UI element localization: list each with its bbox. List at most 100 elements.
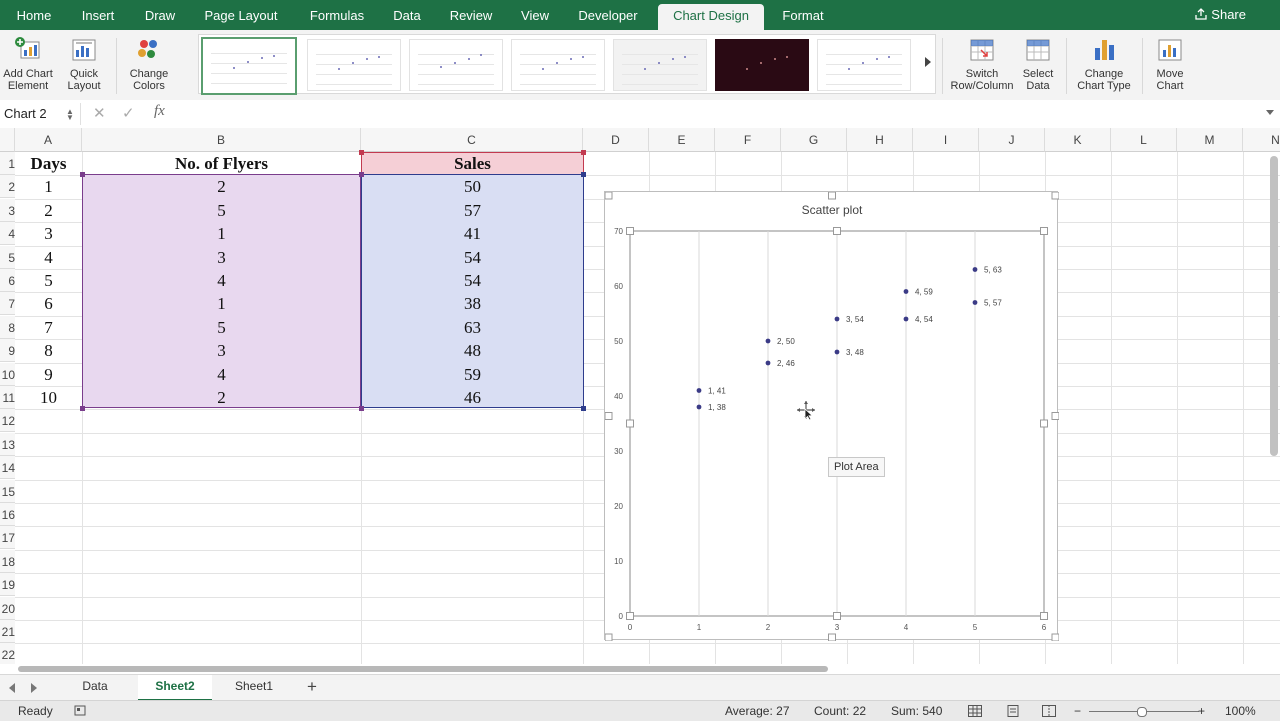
tab-insert[interactable]: Insert <box>74 0 122 30</box>
chart-style-2-thumb[interactable] <box>307 39 401 91</box>
tab-format[interactable]: Format <box>774 0 832 30</box>
row-header-21[interactable]: 21 <box>0 620 15 643</box>
range-resize-handle[interactable] <box>359 172 364 177</box>
tab-chart-design[interactable]: Chart Design <box>658 4 764 30</box>
cell-sales[interactable]: 50 <box>361 175 584 198</box>
chart-style-4-thumb[interactable] <box>511 39 605 91</box>
cell-days[interactable]: 6 <box>15 292 82 315</box>
cell-sales[interactable]: 41 <box>361 222 584 245</box>
header-sales[interactable]: Sales <box>361 152 584 175</box>
row-header-2[interactable]: 2 <box>0 175 15 199</box>
tab-review[interactable]: Review <box>444 0 498 30</box>
cell-days[interactable]: 3 <box>15 222 82 245</box>
cell-days[interactable]: 2 <box>15 199 82 222</box>
change-chart-type-button[interactable]: Change Chart Type <box>1070 34 1138 92</box>
zoom-slider-thumb[interactable] <box>1137 707 1147 717</box>
tab-home[interactable]: Home <box>14 0 54 30</box>
column-header-a[interactable]: A <box>15 128 82 152</box>
row-header-19[interactable]: 19 <box>0 573 15 597</box>
column-header-h[interactable]: H <box>847 128 913 152</box>
row-header-6[interactable]: 6 <box>0 269 15 292</box>
cell-sales[interactable]: 48 <box>361 339 584 362</box>
zoom-in-button[interactable]: + <box>1198 704 1205 718</box>
column-header-b[interactable]: B <box>82 128 361 152</box>
cell-days[interactable]: 8 <box>15 339 82 362</box>
column-header-g[interactable]: G <box>781 128 847 152</box>
row-header-7[interactable]: 7 <box>0 292 15 316</box>
cell-sales[interactable]: 59 <box>361 363 584 386</box>
column-header-m[interactable]: M <box>1177 128 1243 152</box>
cell-flyers[interactable]: 1 <box>82 222 361 245</box>
chart-style-7-thumb[interactable] <box>817 39 911 91</box>
row-header-17[interactable]: 17 <box>0 526 15 550</box>
tab-draw[interactable]: Draw <box>140 0 180 30</box>
cell-days[interactable]: 9 <box>15 363 82 386</box>
enter-icon[interactable]: ✓ <box>122 104 135 122</box>
row-header-4[interactable]: 4 <box>0 222 15 246</box>
row-header-16[interactable]: 16 <box>0 503 15 526</box>
header-flyers[interactable]: No. of Flyers <box>82 152 361 175</box>
zoom-out-button[interactable]: − <box>1074 704 1081 718</box>
range-resize-handle[interactable] <box>581 406 586 411</box>
row-header-11[interactable]: 11 <box>0 386 15 409</box>
range-resize-handle[interactable] <box>581 150 586 155</box>
chart-style-5-thumb[interactable] <box>613 39 707 91</box>
cell-flyers[interactable]: 5 <box>82 199 361 222</box>
cell-flyers[interactable]: 4 <box>82 269 361 292</box>
range-resize-handle[interactable] <box>80 172 85 177</box>
range-resize-handle[interactable] <box>359 150 364 155</box>
sheet-tab-sheet2[interactable]: Sheet2 <box>138 675 212 701</box>
row-header-13[interactable]: 13 <box>0 432 15 456</box>
column-header-n[interactable]: N <box>1243 128 1280 152</box>
tab-formulas[interactable]: Formulas <box>302 0 372 30</box>
tab-page-layout[interactable]: Page Layout <box>198 0 284 30</box>
cell-days[interactable]: 10 <box>15 386 82 409</box>
cell-sales[interactable]: 57 <box>361 199 584 222</box>
page-break-view-icon[interactable] <box>1042 705 1056 717</box>
normal-view-icon[interactable] <box>968 705 982 717</box>
tab-developer[interactable]: Developer <box>572 0 644 30</box>
quick-layout-button[interactable]: Quick Layout <box>58 34 110 92</box>
tab-data[interactable]: Data <box>388 0 426 30</box>
cell-flyers[interactable]: 2 <box>82 175 361 198</box>
row-header-1[interactable]: 1 <box>0 152 15 175</box>
row-header-18[interactable]: 18 <box>0 549 15 573</box>
range-resize-handle[interactable] <box>581 172 586 177</box>
cell-sales[interactable]: 54 <box>361 269 584 292</box>
range-resize-handle[interactable] <box>80 406 85 411</box>
cell-flyers[interactable]: 5 <box>82 316 361 339</box>
add-chart-element-button[interactable]: Add Chart Element <box>0 34 56 92</box>
column-header-d[interactable]: D <box>583 128 649 152</box>
chart-style-6-thumb[interactable] <box>715 39 809 91</box>
column-header-i[interactable]: I <box>913 128 979 152</box>
insert-function-icon[interactable]: fx <box>154 103 165 120</box>
share-button[interactable]: Share <box>1195 0 1246 30</box>
cell-days[interactable]: 5 <box>15 269 82 292</box>
cell-sales[interactable]: 63 <box>361 316 584 339</box>
page-layout-view-icon[interactable] <box>1006 705 1020 717</box>
select-data-button[interactable]: Select Data <box>1016 34 1060 92</box>
cell-flyers[interactable]: 1 <box>82 292 361 315</box>
header-days[interactable]: Days <box>15 152 82 175</box>
row-header-3[interactable]: 3 <box>0 198 15 222</box>
zoom-level[interactable]: 100% <box>1225 704 1256 718</box>
chart-style-1-thumb[interactable] <box>201 37 297 95</box>
cancel-icon[interactable]: ✕ <box>93 104 106 122</box>
row-header-9[interactable]: 9 <box>0 339 15 363</box>
column-header-j[interactable]: J <box>979 128 1045 152</box>
cell-days[interactable]: 1 <box>15 175 82 198</box>
cell-flyers[interactable]: 2 <box>82 386 361 409</box>
chart-style-3-thumb[interactable] <box>409 39 503 91</box>
scatter-chart[interactable]: Scatter plot 0 1 2 3 4 5 6 0 10 20 30 40 50 60 70 2, 50 5… <box>604 191 1059 641</box>
column-header-f[interactable]: F <box>715 128 781 152</box>
column-header-e[interactable]: E <box>649 128 715 152</box>
range-resize-handle[interactable] <box>359 406 364 411</box>
cell-sales[interactable]: 38 <box>361 292 584 315</box>
gallery-more-arrow-icon[interactable] <box>925 57 931 67</box>
row-header-20[interactable]: 20 <box>0 596 15 620</box>
row-header-5[interactable]: 5 <box>0 245 15 269</box>
row-header-14[interactable]: 14 <box>0 456 15 480</box>
cell-sales[interactable]: 46 <box>361 386 584 409</box>
row-header-22[interactable]: 22 <box>0 643 15 664</box>
sheet-tab-sheet1[interactable]: Sheet1 <box>220 675 288 699</box>
